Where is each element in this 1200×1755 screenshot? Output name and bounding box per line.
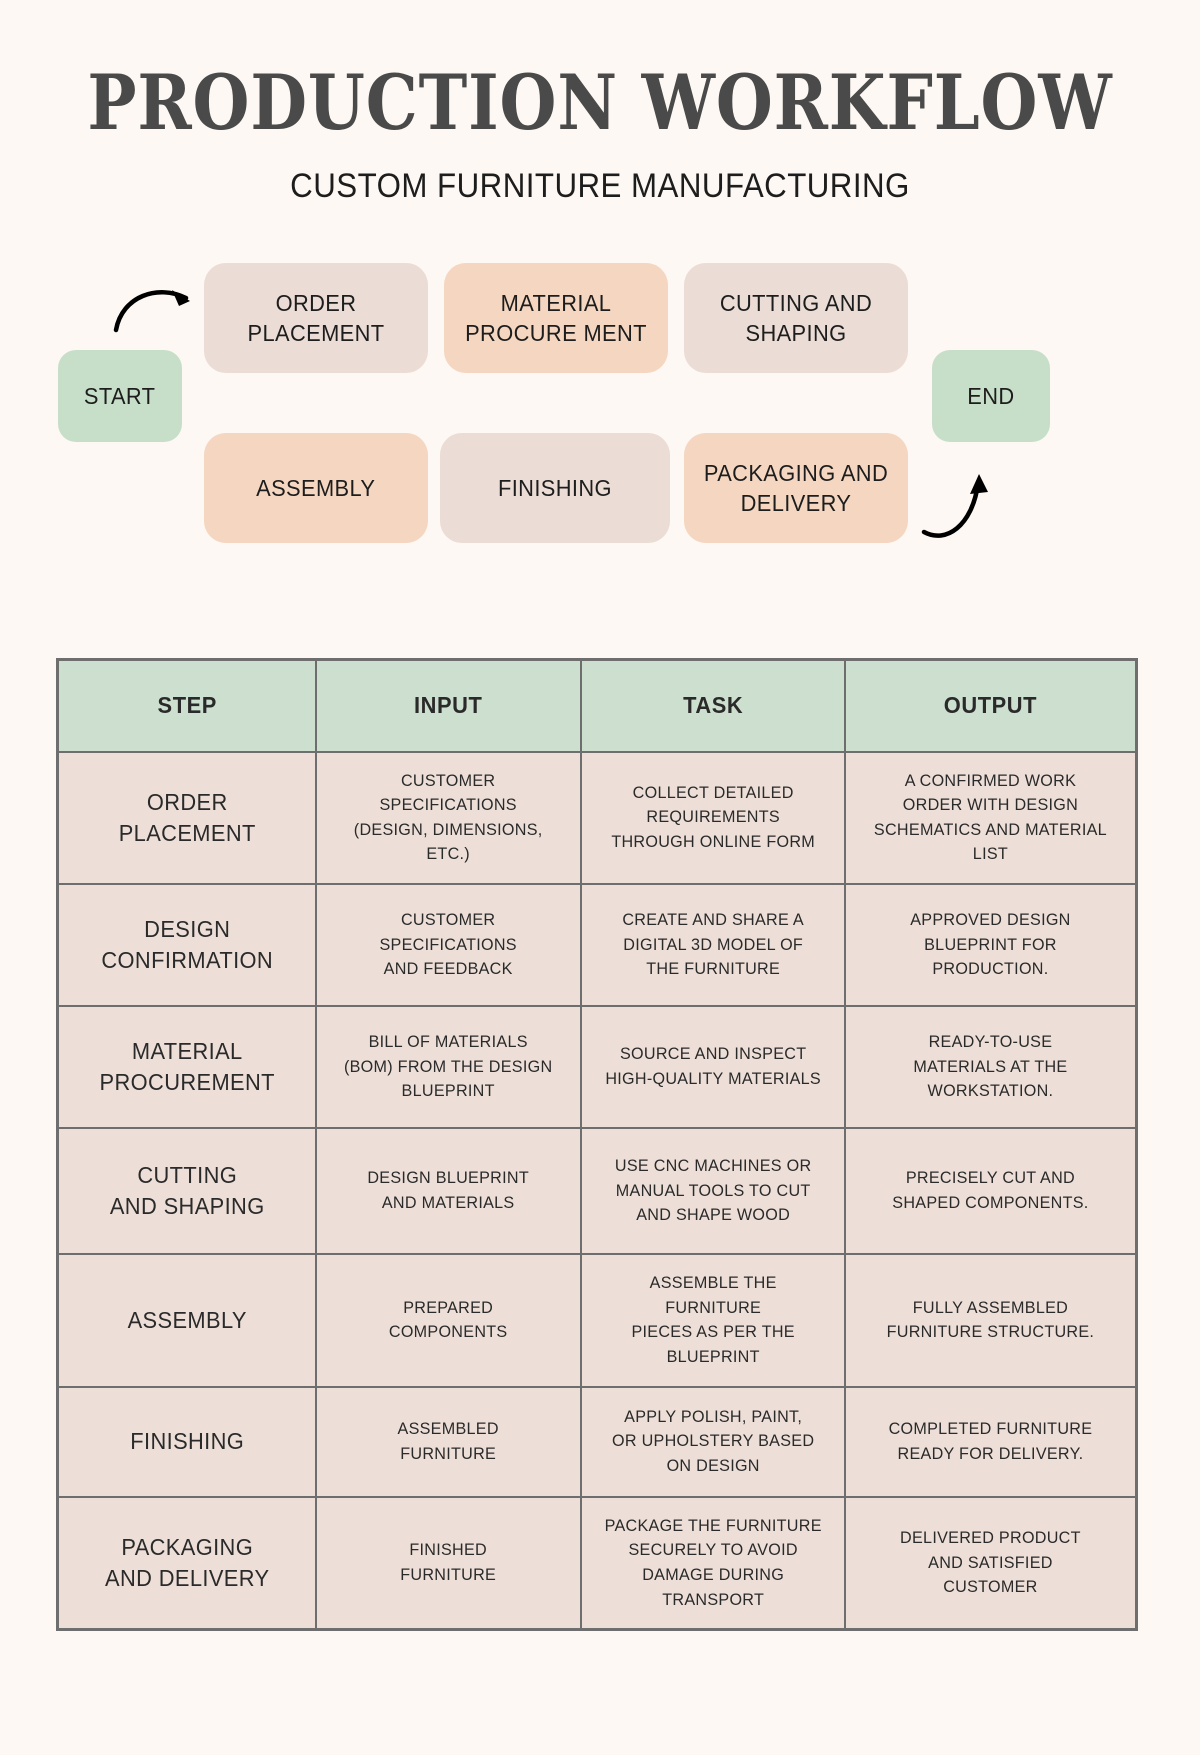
cell-input: PREPARED COMPONENTS (315, 1253, 582, 1388)
flow-node-finishing-label: FINISHING (498, 474, 612, 501)
cell-output: FULLY ASSEMBLED FURNITURE STRUCTURE. (844, 1253, 1138, 1388)
infographic-page: PRODUCTION WORKFLOW CUSTOM FURNITURE MAN… (0, 58, 1200, 1755)
cell-output: PRECISELY CUT AND SHAPED COMPONENTS. (844, 1127, 1138, 1256)
table-row: DESIGN CONFIRMATION CUSTOMER SPECIFICATI… (56, 883, 1138, 1008)
flow-node-material-procurement[interactable]: MATERIAL PROCURE MENT (444, 263, 668, 373)
flow-node-cutting-and-shaping-label: CUTTING AND SHAPING (719, 289, 873, 346)
flow-node-cutting-and-shaping[interactable]: CUTTING AND SHAPING (684, 263, 908, 373)
flow-node-start-label: START (84, 382, 156, 409)
cell-step: MATERIAL PROCUREMENT (56, 1005, 318, 1130)
table-row: CUTTING AND SHAPING DESIGN BLUEPRINT AND… (56, 1127, 1138, 1256)
cell-output: DELIVERED PRODUCT AND SATISFIED CUSTOMER (844, 1495, 1138, 1631)
workflow-table-wrapper: STEP INPUT TASK OUTPUT ORDER PLACEMENT C… (56, 658, 1138, 1632)
cell-output: READY-TO-USE MATERIALS AT THE WORKSTATIO… (844, 1005, 1138, 1130)
flow-node-assembly-label: ASSEMBLY (256, 474, 376, 501)
cell-input: CUSTOMER SPECIFICATIONS AND FEEDBACK (315, 883, 582, 1008)
column-header-output: OUTPUT (844, 658, 1138, 753)
start-to-order-arrow-icon (113, 290, 190, 333)
cell-input: ASSEMBLED FURNITURE (315, 1385, 582, 1498)
cell-task: SOURCE AND INSPECT HIGH-QUALITY MATERIAL… (579, 1005, 847, 1130)
flow-node-packaging-and-delivery[interactable]: PACKAGING AND DELIVERY (684, 433, 908, 543)
flow-node-start[interactable]: START (58, 350, 182, 442)
flow-node-assembly[interactable]: ASSEMBLY (204, 433, 428, 543)
flow-node-order-placement-label: ORDER PLACEMENT (247, 289, 385, 346)
cell-input: FINISHED FURNITURE (315, 1495, 582, 1631)
cell-task: PACKAGE THE FURNITURE SECURELY TO AVOID … (579, 1495, 847, 1631)
flow-node-order-placement[interactable]: ORDER PLACEMENT (204, 263, 428, 373)
cell-step: PACKAGING AND DELIVERY (56, 1495, 318, 1631)
column-header-task: TASK (579, 658, 847, 753)
cell-input: CUSTOMER SPECIFICATIONS (DESIGN, DIMENSI… (315, 750, 582, 886)
table-header-row: STEP INPUT TASK OUTPUT (56, 658, 1138, 753)
packaging-to-end-arrow-icon (921, 474, 988, 538)
flow-node-end[interactable]: END (932, 350, 1050, 442)
table-row: PACKAGING AND DELIVERY FINISHED FURNITUR… (56, 1495, 1138, 1631)
cell-task: APPLY POLISH, PAINT, OR UPHOLSTERY BASED… (579, 1385, 847, 1498)
table-row: MATERIAL PROCUREMENT BILL OF MATERIALS (… (56, 1005, 1138, 1130)
cell-task: ASSEMBLE THE FURNITURE PIECES AS PER THE… (579, 1253, 847, 1388)
table-row: ASSEMBLY PREPARED COMPONENTS ASSEMBLE TH… (56, 1253, 1138, 1388)
cell-step: FINISHING (56, 1385, 318, 1498)
cell-output: APPROVED DESIGN BLUEPRINT FOR PRODUCTION… (844, 883, 1138, 1008)
cell-output: A CONFIRMED WORK ORDER WITH DESIGN SCHEM… (844, 750, 1138, 886)
cell-task: CREATE AND SHARE A DIGITAL 3D MODEL OF T… (579, 883, 847, 1008)
flow-node-end-label: END (967, 382, 1015, 409)
cell-step: ORDER PLACEMENT (56, 750, 318, 886)
cell-input: DESIGN BLUEPRINT AND MATERIALS (315, 1127, 582, 1256)
workflow-table: STEP INPUT TASK OUTPUT ORDER PLACEMENT C… (56, 658, 1138, 1632)
workflow-diagram: START ORDER PLACEMENT MATERIAL PROCURE M… (0, 248, 1200, 578)
page-title: PRODUCTION WORKFLOW (87, 58, 1113, 147)
cell-step: CUTTING AND SHAPING (56, 1127, 318, 1256)
flow-node-packaging-and-delivery-label: PACKAGING AND DELIVERY (703, 459, 889, 516)
cell-step: ASSEMBLY (56, 1253, 318, 1388)
cell-input: BILL OF MATERIALS (BOM) FROM THE DESIGN … (315, 1005, 582, 1130)
cell-task: USE CNC MACHINES OR MANUAL TOOLS TO CUT … (579, 1127, 847, 1256)
cell-output: COMPLETED FURNITURE READY FOR DELIVERY. (844, 1385, 1138, 1498)
flow-node-material-procurement-label: MATERIAL PROCURE MENT (465, 289, 647, 346)
table-row: ORDER PLACEMENT CUSTOMER SPECIFICATIONS … (56, 750, 1138, 886)
cell-step: DESIGN CONFIRMATION (56, 883, 318, 1008)
column-header-step: STEP (56, 658, 318, 753)
table-row: FINISHING ASSEMBLED FURNITURE APPLY POLI… (56, 1385, 1138, 1498)
flow-node-finishing[interactable]: FINISHING (440, 433, 670, 543)
page-subtitle: CUSTOM FURNITURE MANUFACTURING (290, 167, 910, 205)
column-header-input: INPUT (315, 658, 582, 753)
cell-task: COLLECT DETAILED REQUIREMENTS THROUGH ON… (579, 750, 847, 886)
